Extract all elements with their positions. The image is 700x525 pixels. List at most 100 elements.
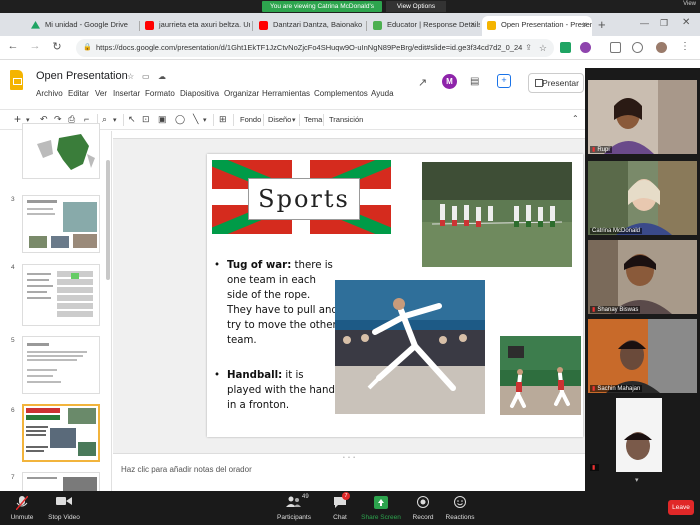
google-slides-logo[interactable] bbox=[10, 70, 23, 90]
minimize-icon[interactable]: — bbox=[640, 18, 649, 28]
extension-icon[interactable] bbox=[580, 42, 591, 53]
menu-formato[interactable]: Formato bbox=[145, 89, 175, 98]
move-folder-icon[interactable]: ▭ bbox=[142, 72, 150, 81]
tab-google-drive[interactable]: Mi unidad - Google Drive bbox=[26, 16, 138, 36]
stop-video-button[interactable]: Stop Video bbox=[46, 491, 82, 525]
basque-flag-image[interactable]: Sports bbox=[212, 160, 391, 234]
extension-icon[interactable] bbox=[610, 42, 621, 53]
slide-canvas[interactable]: Sports • Tug of war: there is one team i… bbox=[207, 154, 583, 437]
screen-share-banner: You are viewing Catrina McDonald's scree… bbox=[0, 0, 700, 21]
participant-video-tile[interactable]: ▮ Shanay Biswas bbox=[588, 240, 697, 314]
profile-avatar[interactable] bbox=[656, 42, 667, 53]
speaker-notes-placeholder[interactable]: Haz clic para añadir notas del orador bbox=[121, 465, 252, 474]
shape-icon[interactable]: ◯ bbox=[175, 114, 185, 125]
handball-player-photo[interactable] bbox=[335, 280, 485, 414]
extensions-puzzle-icon[interactable] bbox=[632, 42, 643, 53]
slide-thumbnail[interactable] bbox=[22, 123, 100, 179]
window-close-icon[interactable]: ✕ bbox=[682, 17, 690, 28]
slide-filmstrip[interactable]: 3 4 5 6 7 bbox=[0, 123, 112, 492]
tug-of-war-photo[interactable] bbox=[422, 162, 572, 267]
tab-youtube-dantzari[interactable]: Dantzari Dantza, Baionako pe bbox=[254, 16, 364, 36]
slide-title: Sports bbox=[248, 178, 360, 220]
participant-video-tile[interactable]: Catrina McDonald bbox=[588, 161, 697, 235]
present-button[interactable]: Presentar bbox=[528, 73, 584, 93]
view-options-button[interactable]: View Options bbox=[386, 1, 446, 12]
new-tab-icon[interactable]: + bbox=[598, 17, 606, 32]
handball-bullet[interactable]: • Handball: it is played with the hand i… bbox=[214, 368, 338, 413]
participant-video-tile[interactable]: ▮ Rupi bbox=[588, 80, 697, 154]
collapse-toolbar-icon[interactable]: ⌃ bbox=[572, 114, 579, 123]
slide-thumbnail-current[interactable] bbox=[22, 404, 100, 462]
menu-complementos[interactable]: Complementos bbox=[314, 89, 368, 98]
participant-video-tile[interactable]: ▮ Sachin Mahajan bbox=[588, 319, 697, 393]
menu-archivo[interactable]: Archivo bbox=[36, 89, 63, 98]
cloud-saved-icon: ☁ bbox=[158, 72, 166, 81]
extension-icon[interactable] bbox=[560, 42, 571, 53]
google-slides-icon bbox=[487, 21, 496, 30]
new-slide-icon[interactable]: + bbox=[14, 112, 21, 126]
menu-ayuda[interactable]: Ayuda bbox=[371, 89, 394, 98]
comment-icon[interactable]: ⊞ bbox=[219, 114, 227, 125]
slide-thumbnail[interactable] bbox=[22, 195, 100, 253]
participant-video-tile[interactable]: ▮ bbox=[588, 398, 697, 472]
reactions-button[interactable]: Reactions bbox=[442, 491, 478, 525]
close-icon[interactable]: × bbox=[470, 16, 475, 34]
select-cursor-icon[interactable]: ↖ bbox=[128, 114, 136, 125]
chat-unread-badge: 7 bbox=[342, 492, 350, 500]
line-dropdown-icon[interactable]: ▾ bbox=[203, 116, 207, 124]
reload-icon[interactable]: ↻ bbox=[50, 40, 64, 53]
ruler bbox=[113, 131, 585, 139]
filmstrip-scrollbar[interactable] bbox=[106, 160, 110, 280]
view-button[interactable]: View bbox=[683, 1, 696, 7]
notes-resize-handle[interactable]: • • • bbox=[343, 455, 356, 461]
more-menu-icon[interactable]: ⋮ bbox=[680, 41, 690, 52]
chat-button[interactable]: 7 Chat bbox=[325, 491, 355, 525]
line-icon[interactable]: ╲ bbox=[193, 114, 198, 125]
meet-present-icon[interactable]: + bbox=[497, 74, 511, 88]
participants-button[interactable]: 49 Participants bbox=[276, 491, 312, 525]
comments-icon[interactable]: ▤ bbox=[470, 76, 479, 87]
tab-youtube-jaurrieta[interactable]: jaurrieta eta axuri beltza. Urk bbox=[140, 16, 250, 36]
close-icon[interactable]: × bbox=[582, 16, 587, 34]
tab-open-presentation[interactable]: Open Presentation - Present × bbox=[482, 16, 592, 36]
text-box-icon[interactable]: ⊡ bbox=[142, 114, 150, 125]
menu-insertar[interactable]: Insertar bbox=[113, 89, 140, 98]
presentation-title[interactable]: Open Presentation bbox=[36, 70, 128, 82]
share-icon[interactable]: ⇪ bbox=[525, 39, 532, 57]
gallery-scroll-down-icon[interactable]: ▾ bbox=[635, 476, 639, 484]
maximize-icon[interactable]: ❐ bbox=[660, 18, 668, 29]
extension-m-icon[interactable]: M bbox=[442, 74, 457, 89]
leave-meeting-button[interactable]: Leave bbox=[668, 500, 694, 515]
back-icon[interactable]: ← bbox=[6, 40, 20, 52]
transition-button[interactable]: Transición bbox=[329, 115, 363, 124]
layout-button[interactable]: Diseño bbox=[268, 115, 291, 124]
theme-button[interactable]: Tema bbox=[304, 115, 322, 124]
slide-thumbnail[interactable] bbox=[22, 336, 100, 394]
layout-dropdown-icon[interactable]: ▾ bbox=[292, 116, 296, 124]
menu-herramientas[interactable]: Herramientas bbox=[262, 89, 310, 98]
menu-editar[interactable]: Editar bbox=[68, 89, 89, 98]
menu-diapositiva[interactable]: Diapositiva bbox=[180, 89, 219, 98]
background-button[interactable]: Fondo bbox=[240, 115, 261, 124]
unmute-button[interactable]: Unmute bbox=[4, 491, 40, 525]
url-input[interactable]: 🔒 https://docs.google.com/presentation/d… bbox=[76, 39, 554, 57]
image-icon[interactable]: ▣ bbox=[158, 114, 167, 125]
tab-educator[interactable]: Educator | Response Details × bbox=[368, 16, 480, 36]
zoom-icon[interactable]: ⌕ bbox=[102, 114, 107, 125]
star-icon[interactable]: ☆ bbox=[127, 72, 134, 81]
bookmark-star-icon[interactable]: ☆ bbox=[539, 39, 547, 57]
activity-trend-icon[interactable]: ↗ bbox=[418, 76, 427, 89]
menu-ver[interactable]: Ver bbox=[95, 89, 107, 98]
zoom-dropdown-icon[interactable]: ▾ bbox=[113, 116, 117, 124]
participant-video bbox=[588, 398, 697, 472]
record-button[interactable]: Record bbox=[408, 491, 438, 525]
slide-thumbnail[interactable] bbox=[22, 264, 100, 326]
viewing-screen-label: You are viewing Catrina McDonald's scree… bbox=[262, 1, 382, 21]
slide-thumbnail[interactable] bbox=[22, 472, 100, 492]
speaker-notes-panel[interactable]: • • • Haz clic para añadir notas del ora… bbox=[113, 453, 585, 491]
forward-icon[interactable]: → bbox=[28, 40, 42, 52]
tug-of-war-bullet[interactable]: • Tug of war: there is one team in each … bbox=[214, 258, 338, 348]
share-screen-button[interactable]: Share Screen bbox=[360, 491, 402, 525]
menu-organizar[interactable]: Organizar bbox=[224, 89, 259, 98]
fronton-photo[interactable] bbox=[500, 336, 581, 415]
